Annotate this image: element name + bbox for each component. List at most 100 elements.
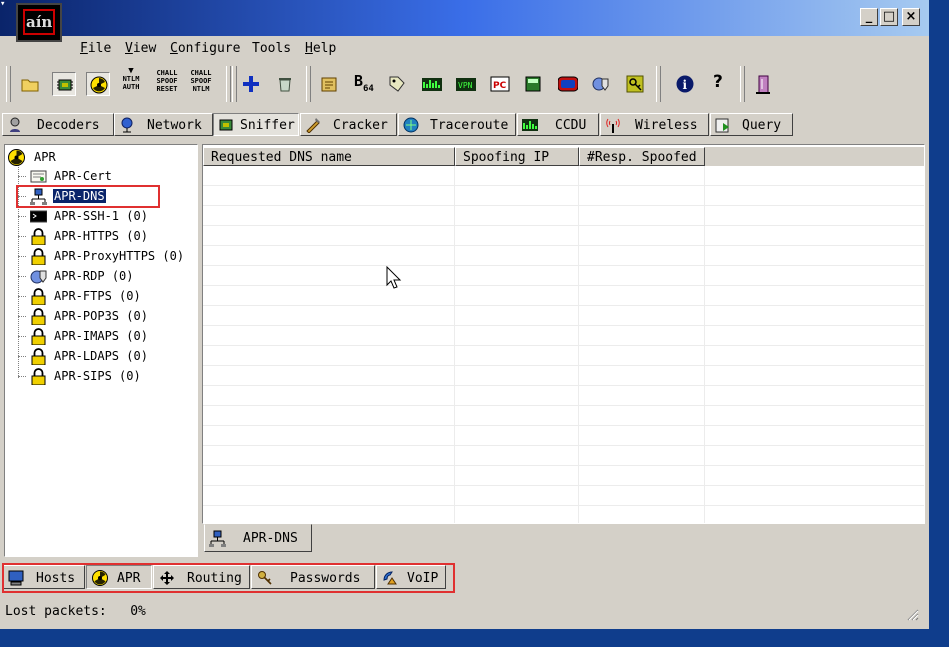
chall-spoof-ntlm-button[interactable]: CHALL SPOOF NTLM xyxy=(188,69,214,93)
menu-view[interactable]: View xyxy=(125,41,156,56)
close-button[interactable]: × xyxy=(902,8,920,26)
certificate-icon xyxy=(30,170,47,183)
tab-hosts[interactable]: Hosts xyxy=(2,565,85,589)
lock-icon xyxy=(31,368,46,385)
dns-spoof-table[interactable]: Requested DNS name Spoofing IP #Resp. Sp… xyxy=(202,144,925,524)
app-logo-text: aín xyxy=(26,13,53,31)
maximize-button[interactable]: □ xyxy=(880,8,898,26)
tab-passwords[interactable]: Passwords xyxy=(251,565,375,589)
config-puzzle-icon xyxy=(321,77,337,92)
menu-configure[interactable]: Configure xyxy=(170,41,240,56)
column-header-spoofing-ip[interactable]: Spoofing IP xyxy=(455,147,579,166)
table-row xyxy=(203,486,924,506)
tab-query[interactable]: Query xyxy=(710,113,793,136)
minimize-button[interactable]: _ xyxy=(860,8,878,26)
sub-tab-apr-dns[interactable]: APR-DNS xyxy=(204,524,312,552)
column-header-requested-dns-name[interactable]: Requested DNS name xyxy=(203,147,455,166)
resize-grip-icon[interactable] xyxy=(905,607,919,621)
table-row xyxy=(203,346,924,366)
lock-icon xyxy=(31,228,46,245)
apr-tree-view[interactable]: APR APR-Cert APR-DNS APR-SSH-1 (0) APR-H… xyxy=(4,144,198,557)
tab-label: Hosts xyxy=(36,571,76,586)
network-tool-button[interactable] xyxy=(385,72,409,96)
menu-file[interactable]: File xyxy=(80,41,111,56)
tree-node-label: APR-SSH-1 (0) xyxy=(54,209,148,223)
system-menu-glyph[interactable]: ▾ xyxy=(0,0,8,9)
base64-button[interactable]: B 64 xyxy=(351,72,375,96)
sniffer-chip-icon xyxy=(57,79,73,91)
status-lost-packets: Lost packets: 0% xyxy=(5,604,146,619)
start-apr-button[interactable] xyxy=(86,72,110,96)
table-row xyxy=(203,406,924,426)
radiation-icon xyxy=(92,570,108,586)
toolbar-separator xyxy=(656,66,661,102)
chall-spoof-reset-button[interactable]: CHALL SPOOF RESET xyxy=(154,69,180,93)
mouse-pointer-icon xyxy=(386,266,402,289)
sub-tab-bar: APR-DNS xyxy=(202,524,925,558)
terminal-icon xyxy=(30,210,47,223)
table-row xyxy=(203,386,924,406)
tab-wireless[interactable]: Wireless xyxy=(600,113,709,136)
table-row xyxy=(203,286,924,306)
help-button[interactable]: ? xyxy=(707,72,731,96)
toolbar-grip[interactable] xyxy=(232,66,237,102)
menu-help[interactable]: Help xyxy=(305,41,336,56)
remove-button[interactable] xyxy=(273,72,297,96)
ntlm-auth-button[interactable]: ▼ NTLM AUTH xyxy=(118,67,144,92)
tab-cracker[interactable]: Cracker xyxy=(300,113,397,136)
table-row xyxy=(203,186,924,206)
terminal-button[interactable] xyxy=(555,72,579,96)
tree-connector xyxy=(18,296,26,297)
password-button[interactable] xyxy=(623,72,647,96)
tab-network[interactable]: Network xyxy=(114,113,213,136)
remote-button[interactable] xyxy=(589,72,613,96)
tab-label: Network xyxy=(147,118,202,133)
title-bar[interactable]: ▾ _ □ × xyxy=(0,0,929,36)
shield-network-icon xyxy=(592,77,609,91)
toolbar-separator xyxy=(740,66,745,102)
tab-routing[interactable]: Routing xyxy=(153,565,250,589)
b64-subscript: 64 xyxy=(363,84,374,94)
tree-node-label: APR-RDP (0) xyxy=(54,269,134,283)
lock-icon xyxy=(31,348,46,365)
lm-hash-button[interactable] xyxy=(419,72,443,96)
tab-traceroute[interactable]: Traceroute xyxy=(398,113,516,136)
configure-button[interactable] xyxy=(317,72,341,96)
app-logo-icon[interactable]: aín xyxy=(16,3,62,42)
tab-ccdu[interactable]: CCDU xyxy=(517,113,599,136)
tree-connector xyxy=(18,216,26,217)
sub-tab-label: APR-DNS xyxy=(243,531,298,546)
toolbar-grip[interactable] xyxy=(6,66,11,102)
tab-apr[interactable]: APR xyxy=(86,565,152,589)
table-row xyxy=(203,366,924,386)
add-button[interactable] xyxy=(239,72,263,96)
table-row xyxy=(203,306,924,326)
tab-voip[interactable]: VoIP xyxy=(376,565,446,589)
table-row xyxy=(203,446,924,466)
tree-connector xyxy=(18,276,26,277)
vpn-button[interactable]: VPN xyxy=(453,72,477,96)
calculator-button[interactable] xyxy=(521,72,545,96)
menu-tools[interactable]: Tools xyxy=(252,41,291,56)
exit-button[interactable] xyxy=(751,72,775,96)
pc-button[interactable]: PC xyxy=(487,72,511,96)
table-row xyxy=(203,246,924,266)
tab-sniffer[interactable]: Sniffer xyxy=(213,113,299,136)
lock-icon xyxy=(31,328,46,345)
column-header-resp-spoofed[interactable]: #Resp. Spoofed xyxy=(579,147,705,166)
tree-connector xyxy=(18,356,26,357)
b64-letter: B xyxy=(354,72,364,90)
start-sniffer-button[interactable] xyxy=(52,72,76,96)
tab-decoders[interactable]: Decoders xyxy=(2,113,114,136)
bottom-tab-bar: Hosts APR Routing Passwords VoIP xyxy=(0,563,929,593)
about-button[interactable]: i xyxy=(673,72,697,96)
wireless-icon xyxy=(606,118,620,133)
open-folder-button[interactable] xyxy=(18,72,42,96)
folder-icon xyxy=(21,79,39,92)
tab-label: Decoders xyxy=(37,118,100,133)
table-row xyxy=(203,466,924,486)
pc-icon: PC xyxy=(490,76,510,92)
tree-connector xyxy=(18,176,26,177)
plus-icon xyxy=(243,76,259,92)
main-tab-bar: Decoders Network Sniffer Cracker Tracero… xyxy=(0,111,929,138)
